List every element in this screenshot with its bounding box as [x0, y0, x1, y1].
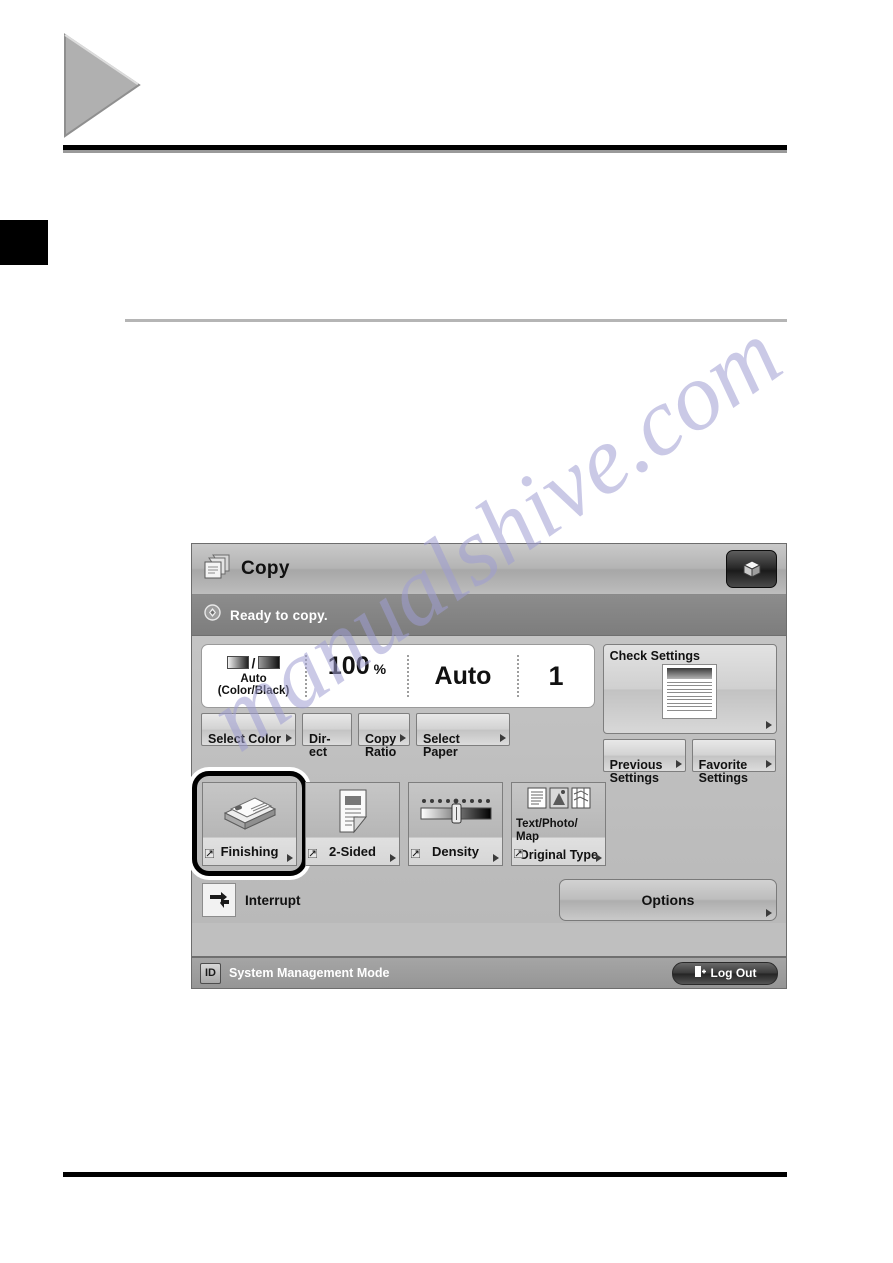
options-button[interactable]: Options: [559, 879, 777, 921]
copy-ratio-label: Copy Ratio: [365, 731, 397, 759]
side-buttons-row: Previous Settings Favorite Settings: [602, 739, 777, 785]
panel-statusbar: Ready to copy.: [192, 595, 786, 636]
density-label: Density: [432, 844, 479, 859]
logout-label: Log Out: [710, 966, 757, 980]
bottom-action-row: Interrupt Options: [201, 877, 777, 923]
two-sided-tile[interactable]: 2-Sided: [305, 782, 400, 866]
id-badge-icon: ID: [200, 962, 221, 984]
favorite-settings-button[interactable]: Favorite Settings: [691, 739, 776, 785]
paper-readout: Auto: [434, 661, 492, 690]
settings-readout: / Auto (Color/Black) 100 % Auto 1: [201, 644, 595, 708]
original-type-icon: [512, 783, 605, 818]
select-paper-label: Select Paper: [423, 731, 460, 759]
header-rule-gray: [63, 150, 787, 153]
manual-page: Copy Ready to copy. / Auto (Color/Black)…: [0, 0, 893, 1263]
check-settings-button[interactable]: Check Settings: [602, 644, 777, 734]
chevron-right-icon: [596, 854, 602, 862]
direct-button[interactable]: Dir- ect: [302, 713, 352, 759]
chevron-right-icon: [400, 734, 406, 742]
function-tiles-row: Finishing 2-Sided Density Text/Photo/ Ma…: [192, 771, 777, 876]
interrupt-label: Interrupt: [245, 892, 301, 908]
density-slider-icon: [409, 783, 502, 838]
check-settings-label: Check Settings: [609, 649, 700, 663]
chevron-right-icon: [286, 734, 292, 742]
status-message: Ready to copy.: [230, 607, 328, 623]
finishing-label: Finishing: [220, 844, 279, 859]
previous-settings-label: Previous Settings: [609, 757, 663, 785]
original-type-value: Text/Photo/ Map: [516, 818, 578, 843]
top-settings-row: / Auto (Color/Black) 100 % Auto 1 Select…: [201, 644, 777, 785]
chevron-right-icon: [766, 909, 772, 917]
chapter-tab: [0, 220, 48, 265]
chevron-right-icon: [765, 760, 772, 768]
copy-ratio-unit: %: [373, 661, 387, 677]
panel-titlebar: Copy: [192, 544, 786, 595]
color-mode-line2: (Color/Black): [217, 685, 290, 697]
expand-corner-icon: [410, 845, 421, 863]
direct-label: Dir- ect: [309, 731, 331, 759]
expand-corner-icon: [513, 845, 524, 863]
management-mode-label: System Management Mode: [229, 966, 390, 980]
interrupt-icon[interactable]: [202, 883, 236, 917]
triangle-marker-icon: [63, 33, 141, 138]
panel-footer: ID System Management Mode Log Out: [192, 956, 786, 988]
original-type-tile[interactable]: Text/Photo/ Map Original Type: [511, 782, 606, 866]
log-out-button[interactable]: Log Out: [672, 961, 778, 985]
footer-rule: [63, 1172, 787, 1177]
right-settings-column: Check Settings Previous Settings Favorit…: [602, 644, 777, 785]
cube-icon[interactable]: [726, 550, 777, 588]
left-settings-column: / Auto (Color/Black) 100 % Auto 1 Select…: [201, 644, 595, 772]
section-divider: [125, 319, 787, 322]
chevron-right-icon: [287, 854, 293, 862]
copies-readout: 1: [548, 660, 564, 691]
chevron-right-icon: [766, 721, 772, 729]
density-tile[interactable]: Density: [408, 782, 503, 866]
color-mode-readout: / Auto (Color/Black): [202, 652, 305, 700]
page-title: Copy: [241, 558, 290, 579]
finishing-stack-icon: [203, 783, 296, 838]
copy-ratio-readout: 100 %: [307, 652, 407, 700]
copy-ratio-value: 100: [327, 652, 370, 680]
swatch-separator: /: [251, 654, 256, 671]
color-mode-line1: Auto: [240, 672, 267, 685]
copier-touch-panel: Copy Ready to copy. / Auto (Color/Black)…: [191, 543, 787, 989]
select-color-button[interactable]: Select Color: [201, 713, 296, 746]
panel-body: / Auto (Color/Black) 100 % Auto 1 Select…: [192, 636, 786, 923]
select-color-label: Select Color: [208, 731, 281, 746]
copy-documents-icon: [202, 553, 232, 586]
color-black-swatch-icon: /: [226, 654, 281, 671]
expand-corner-icon: [204, 845, 215, 863]
favorite-settings-label: Favorite Settings: [698, 757, 748, 785]
quick-buttons-row: Select Color Dir- ect Copy Ratio Select …: [201, 713, 595, 759]
chevron-right-icon: [675, 760, 682, 768]
two-sided-label: 2-Sided: [329, 844, 376, 859]
expand-corner-icon: [307, 845, 318, 863]
two-sided-page-icon: [306, 783, 399, 838]
chevron-right-icon: [493, 854, 499, 862]
options-label: Options: [641, 892, 695, 908]
status-indicator-icon: [204, 604, 221, 626]
chevron-right-icon: [500, 734, 506, 742]
copy-ratio-button[interactable]: Copy Ratio: [358, 713, 410, 759]
document-preview-icon: [662, 664, 718, 719]
original-type-label: Original Type: [519, 847, 598, 862]
finishing-tile-wrapper: Finishing: [192, 771, 307, 876]
finishing-tile[interactable]: Finishing: [202, 782, 297, 866]
select-paper-button[interactable]: Select Paper: [416, 713, 510, 759]
previous-settings-button[interactable]: Previous Settings: [602, 739, 686, 785]
logout-icon: [694, 965, 707, 981]
chevron-right-icon: [390, 854, 396, 862]
